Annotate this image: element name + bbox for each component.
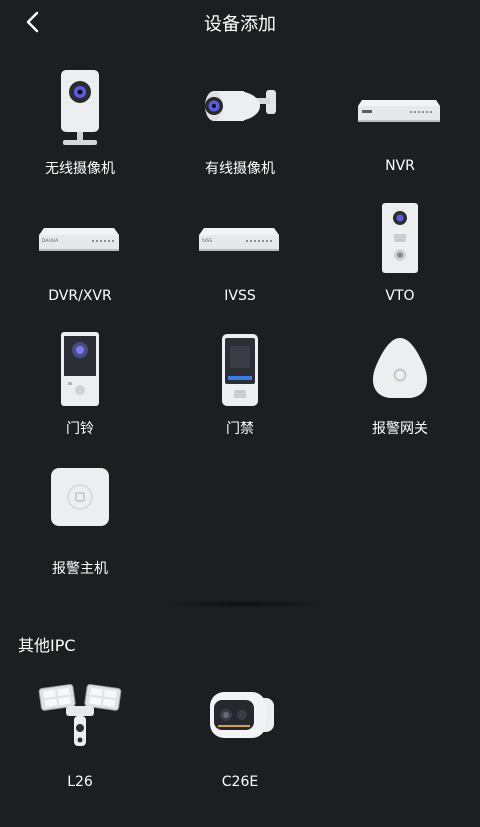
c26e-camera-icon bbox=[190, 676, 290, 766]
nvr-icon bbox=[350, 60, 450, 150]
device-label: C26E bbox=[221, 774, 259, 790]
device-label: 门铃 bbox=[66, 421, 94, 437]
device-alarm-hub[interactable]: 报警主机 bbox=[0, 460, 160, 580]
device-brand-print: DAHUA bbox=[42, 238, 59, 244]
device-alarm-gateway[interactable]: 报警网关 bbox=[320, 320, 480, 440]
device-vto[interactable]: VTO bbox=[320, 190, 480, 310]
device-ivss[interactable]: IVSS IVSS bbox=[160, 190, 320, 310]
device-bullet-camera[interactable]: 有线摄像机 bbox=[160, 60, 320, 180]
device-wireless-camera[interactable]: 无线摄像机 bbox=[0, 60, 160, 180]
device-doorbell[interactable]: 门铃 bbox=[0, 320, 160, 440]
device-c26e[interactable]: C26E bbox=[160, 676, 320, 796]
alarm-hub-icon bbox=[30, 460, 130, 550]
device-label: VTO bbox=[385, 288, 415, 304]
device-label: 无线摄像机 bbox=[45, 161, 115, 177]
page-title: 设备添加 bbox=[204, 14, 276, 35]
dvr-icon: DAHUA bbox=[30, 190, 130, 280]
device-label: 门禁 bbox=[226, 421, 254, 437]
device-nvr[interactable]: NVR bbox=[320, 60, 480, 180]
section-title-other-ipc: 其他IPC bbox=[18, 636, 76, 655]
device-label: L26 bbox=[67, 774, 93, 790]
device-label: 有线摄像机 bbox=[205, 161, 275, 177]
device-access-control[interactable]: 门禁 bbox=[160, 320, 320, 440]
wireless-camera-icon bbox=[30, 60, 130, 150]
header: 设备添加 bbox=[0, 0, 480, 44]
vto-icon bbox=[350, 190, 450, 280]
device-dvr-xvr[interactable]: DAHUA DVR/XVR bbox=[0, 190, 160, 310]
device-l26[interactable]: L26 bbox=[0, 676, 160, 796]
device-brand-print: IVSS bbox=[202, 238, 212, 244]
device-label: 报警主机 bbox=[52, 561, 108, 577]
device-label: IVSS bbox=[224, 288, 256, 304]
alarm-gateway-icon bbox=[350, 320, 450, 410]
floodlight-camera-icon bbox=[30, 676, 130, 766]
device-label: DVR/XVR bbox=[48, 288, 112, 304]
device-label: NVR bbox=[385, 158, 415, 174]
access-control-icon bbox=[190, 320, 290, 410]
device-label: 报警网关 bbox=[372, 421, 428, 437]
doorbell-icon bbox=[30, 320, 130, 410]
ivss-icon: IVSS bbox=[190, 190, 290, 280]
divider bbox=[160, 600, 330, 608]
bullet-camera-icon bbox=[190, 60, 290, 150]
